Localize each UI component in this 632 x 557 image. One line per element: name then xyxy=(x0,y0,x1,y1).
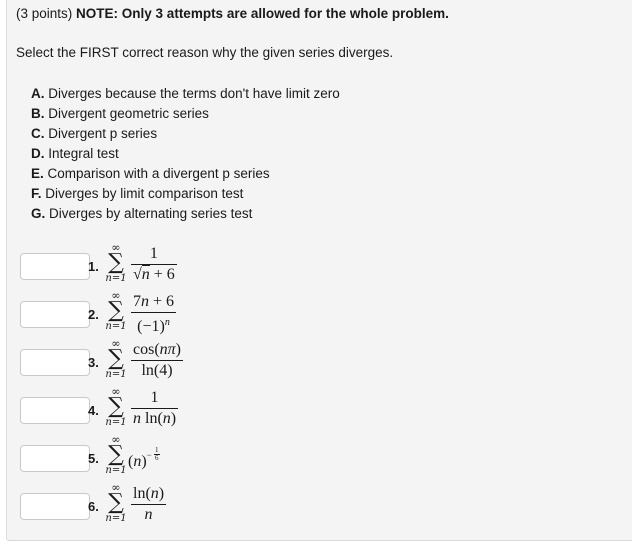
summation-1: ∞ ∑ n=1 xyxy=(105,241,127,284)
fraction-6: ln(n) n xyxy=(131,485,167,523)
reason-options-list: A. Diverges because the terms don't have… xyxy=(31,84,340,224)
option-a: A. Diverges because the terms don't have… xyxy=(31,86,340,101)
instruction-text: Select the FIRST correct reason why the … xyxy=(16,45,394,60)
summation-3: ∞ ∑ n=1 xyxy=(105,337,127,380)
option-e: E. Comparison with a divergent p series xyxy=(31,166,270,181)
problem-2 xyxy=(20,294,90,334)
answer-input-2[interactable] xyxy=(20,300,90,328)
option-f: F. Diverges by limit comparison test xyxy=(31,186,244,201)
answer-input-4[interactable] xyxy=(20,396,90,424)
power-expression-5: (n)− 1 6 xyxy=(128,446,160,470)
attempts-note: NOTE: Only 3 attempts are allowed for th… xyxy=(76,6,449,21)
problem-header: (3 points) NOTE: Only 3 attempts are all… xyxy=(16,6,449,21)
problem-number-6: 6. xyxy=(88,499,99,514)
summation-5: ∞ ∑ n=1 xyxy=(105,433,127,476)
summation-2: ∞ ∑ n=1 xyxy=(105,289,127,332)
summation-6: ∞ ∑ n=1 xyxy=(105,481,127,524)
fraction-3: cos(nπ) ln(4) xyxy=(131,341,183,379)
fraction-1: 1 √n + 6 xyxy=(131,245,177,283)
problem-number-1: 1. xyxy=(88,259,99,274)
problem-1 xyxy=(20,246,90,286)
summation-4: ∞ ∑ n=1 xyxy=(105,385,127,428)
problem-number-4: 4. xyxy=(88,403,99,418)
answer-input-5[interactable] xyxy=(20,444,90,472)
answer-input-3[interactable] xyxy=(20,348,90,376)
problem-6 xyxy=(20,486,90,526)
answer-input-6[interactable] xyxy=(20,492,90,520)
problem-number-2: 2. xyxy=(88,307,99,322)
problem-number-5: 5. xyxy=(88,451,99,466)
option-b: B. Divergent geometric series xyxy=(31,106,209,121)
problem-number-3: 3. xyxy=(88,355,99,370)
fraction-4: 1 n ln(n) xyxy=(131,389,179,427)
option-d: D. Integral test xyxy=(31,146,119,161)
option-c: C. Divergent p series xyxy=(31,126,158,141)
points-label: (3 points) xyxy=(16,6,73,21)
problem-3 xyxy=(20,342,90,382)
answer-input-1[interactable] xyxy=(20,252,90,280)
option-g: G. Diverges by alternating series test xyxy=(31,206,253,221)
problem-4 xyxy=(20,390,90,430)
fraction-2: 7n + 6 (−1)n xyxy=(131,293,177,335)
problem-panel: (3 points) NOTE: Only 3 attempts are all… xyxy=(6,0,632,541)
problem-5 xyxy=(20,438,90,478)
